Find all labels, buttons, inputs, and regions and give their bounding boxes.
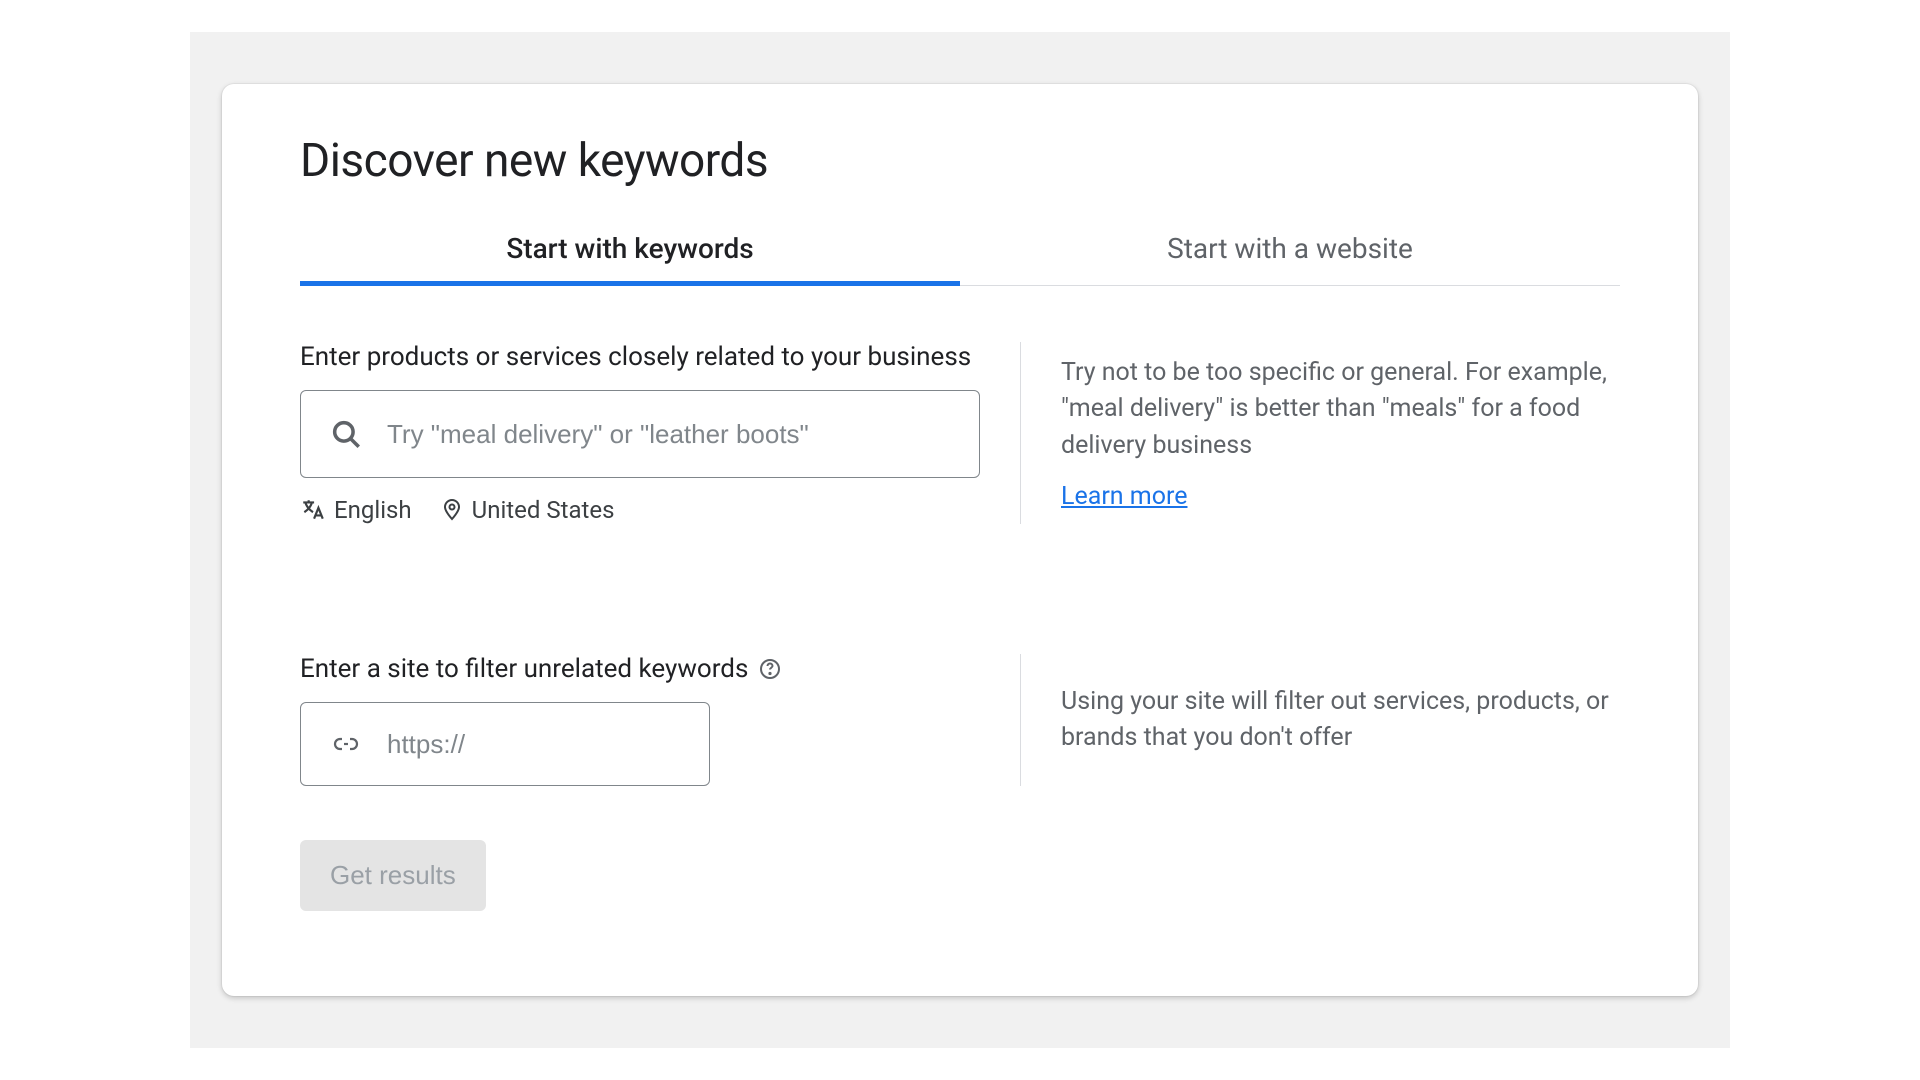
keyword-input-box[interactable]	[300, 390, 980, 478]
tab-start-with-keywords[interactable]: Start with keywords	[300, 216, 960, 285]
keyword-input[interactable]	[387, 419, 951, 450]
learn-more-link[interactable]: Learn more	[1061, 482, 1620, 511]
language-value: English	[334, 496, 412, 524]
keyword-planner-card: Discover new keywords Start with keyword…	[222, 84, 1698, 996]
get-results-button[interactable]: Get results	[300, 840, 486, 911]
site-hint-text: Using your site will filter out services…	[1061, 684, 1620, 757]
tab-label: Start with a website	[1167, 232, 1413, 265]
keyword-hint-text: Try not to be too specific or general. F…	[1061, 355, 1620, 464]
site-filter-label: Enter a site to filter unrelated keyword…	[300, 654, 980, 684]
tabs: Start with keywords Start with a website	[300, 216, 1620, 286]
location-value: United States	[472, 496, 615, 524]
search-icon	[329, 417, 363, 451]
products-services-label: Enter products or services closely relat…	[300, 342, 980, 372]
location-selector[interactable]: United States	[440, 496, 615, 524]
page-title: Discover new keywords	[300, 134, 1620, 188]
tab-label: Start with keywords	[506, 232, 753, 265]
tab-start-with-website[interactable]: Start with a website	[960, 216, 1620, 285]
translate-icon	[300, 497, 326, 523]
link-icon	[329, 732, 363, 756]
site-input-box[interactable]	[300, 702, 710, 786]
site-input[interactable]	[387, 729, 681, 760]
location-icon	[440, 496, 464, 524]
help-icon[interactable]	[758, 657, 782, 681]
language-selector[interactable]: English	[300, 496, 412, 524]
